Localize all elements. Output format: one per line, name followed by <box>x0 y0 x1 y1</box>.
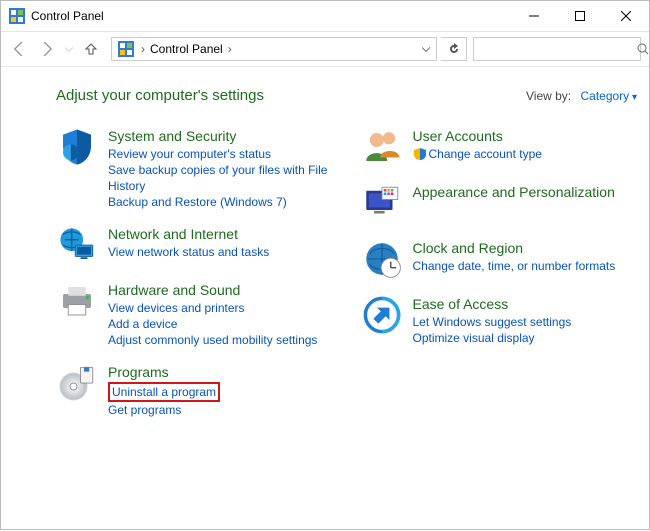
view-by-value[interactable]: Category <box>580 89 637 103</box>
category-clock: Clock and Region Change date, time, or n… <box>361 238 638 280</box>
crumb-sep-icon[interactable]: › <box>138 42 148 56</box>
clock-globe-icon <box>361 238 403 280</box>
appearance-icon <box>361 182 403 224</box>
control-panel-icon <box>9 8 25 24</box>
content: Adjust your computer's settings View by:… <box>1 67 649 529</box>
view-by: View by: Category <box>526 89 637 103</box>
titlebar: Control Panel <box>1 1 649 31</box>
category-name[interactable]: Ease of Access <box>413 296 638 312</box>
view-by-label: View by: <box>526 89 571 103</box>
search-input[interactable] <box>474 42 637 56</box>
link-add-device[interactable]: Add a device <box>108 316 333 332</box>
printer-icon <box>56 280 98 322</box>
navbar: › Control Panel › <box>1 31 649 67</box>
highlight-uninstall: Uninstall a program <box>108 382 220 402</box>
address-bar[interactable]: › Control Panel › <box>111 37 437 61</box>
network-icon <box>56 224 98 266</box>
crumb-sep-icon[interactable]: › <box>225 42 235 56</box>
category-name[interactable]: Network and Internet <box>108 226 333 242</box>
link-change-account-type[interactable]: Change account type <box>413 146 638 162</box>
category-name[interactable]: Hardware and Sound <box>108 282 333 298</box>
category-name[interactable]: Appearance and Personalization <box>413 184 638 200</box>
shield-icon <box>56 126 98 168</box>
link-review-status[interactable]: Review your computer's status <box>108 146 333 162</box>
category-name[interactable]: Clock and Region <box>413 240 638 256</box>
close-button[interactable] <box>603 1 649 31</box>
link-date-time-formats[interactable]: Change date, time, or number formats <box>413 258 638 274</box>
breadcrumb[interactable]: Control Panel <box>148 42 225 56</box>
search-box[interactable] <box>473 37 641 61</box>
category-system: System and Security Review your computer… <box>56 126 333 210</box>
refresh-button[interactable] <box>441 37 467 61</box>
search-icon[interactable] <box>637 43 649 55</box>
link-suggest-settings[interactable]: Let Windows suggest settings <box>413 314 638 330</box>
category-name[interactable]: Programs <box>108 364 333 380</box>
users-icon <box>361 126 403 168</box>
link-devices-printers[interactable]: View devices and printers <box>108 300 333 316</box>
link-file-history[interactable]: Save backup copies of your files with Fi… <box>108 162 333 194</box>
minimize-button[interactable] <box>511 1 557 31</box>
category-ease: Ease of Access Let Windows suggest setti… <box>361 294 638 346</box>
history-dropdown[interactable] <box>61 35 77 63</box>
control-panel-crumb-icon <box>118 41 134 57</box>
category-name[interactable]: System and Security <box>108 128 333 144</box>
up-button[interactable] <box>77 35 105 63</box>
forward-button[interactable] <box>33 35 61 63</box>
maximize-button[interactable] <box>557 1 603 31</box>
category-programs: Programs Uninstall a program Get program… <box>56 362 333 418</box>
window: Control Panel › Control Panel › Adjust y <box>0 0 650 530</box>
window-title: Control Panel <box>31 9 511 23</box>
link-uninstall-program[interactable]: Uninstall a program <box>112 385 216 399</box>
shield-mini-icon <box>413 147 427 161</box>
column-left: System and Security Review your computer… <box>56 126 333 432</box>
link-network-status[interactable]: View network status and tasks <box>108 244 333 260</box>
link-get-programs[interactable]: Get programs <box>108 402 333 418</box>
link-optimize-display[interactable]: Optimize visual display <box>413 330 638 346</box>
link-backup-restore[interactable]: Backup and Restore (Windows 7) <box>108 194 333 210</box>
category-network: Network and Internet View network status… <box>56 224 333 266</box>
page-heading: Adjust your computer's settings <box>56 87 526 104</box>
category-name[interactable]: User Accounts <box>413 128 638 144</box>
category-hardware: Hardware and Sound View devices and prin… <box>56 280 333 348</box>
category-users: User Accounts Change account type <box>361 126 638 168</box>
address-dropdown-icon[interactable] <box>418 42 434 56</box>
disc-icon <box>56 362 98 404</box>
back-button[interactable] <box>5 35 33 63</box>
link-mobility[interactable]: Adjust commonly used mobility settings <box>108 332 333 348</box>
category-appearance: Appearance and Personalization <box>361 182 638 224</box>
column-right: User Accounts Change account type Appear… <box>361 126 638 432</box>
ease-icon <box>361 294 403 336</box>
